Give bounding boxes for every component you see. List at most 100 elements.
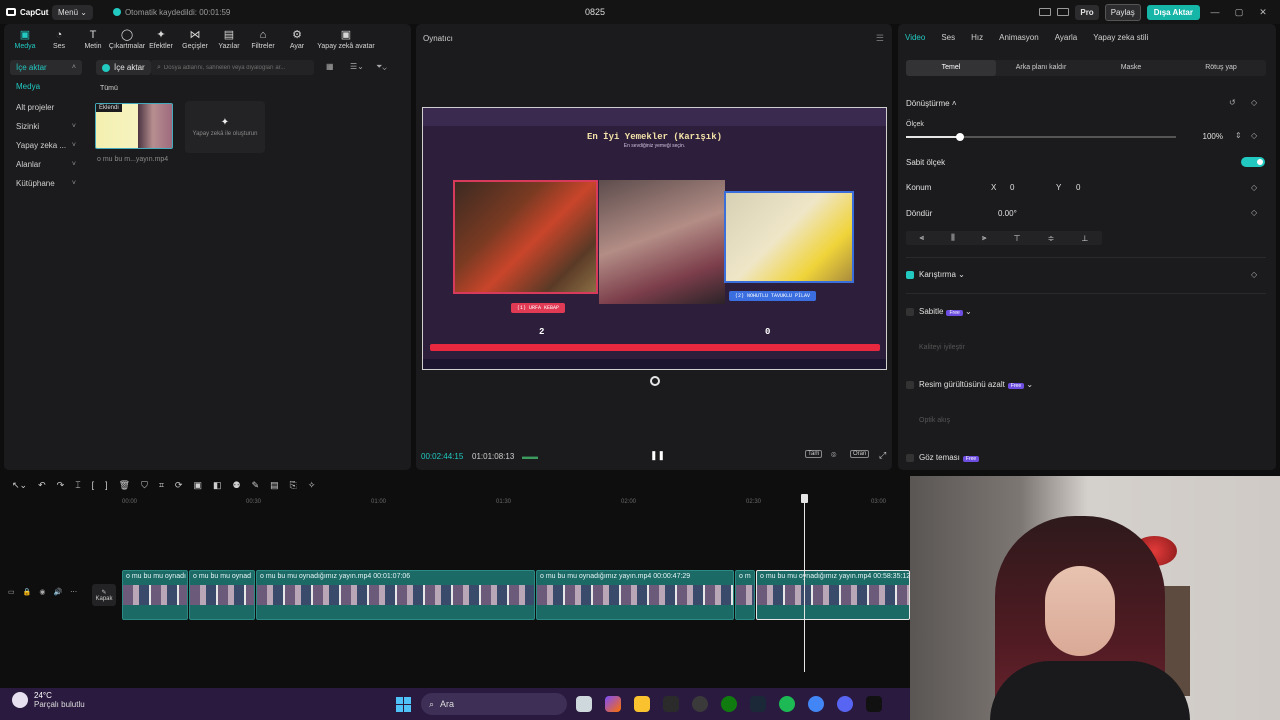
copilot-icon[interactable] bbox=[605, 696, 621, 712]
timeline-clip[interactable]: o mu bu mu oynadı bbox=[122, 570, 188, 620]
playhead[interactable] bbox=[801, 494, 808, 672]
pos-x-field[interactable]: 0 bbox=[1010, 183, 1014, 192]
blend-section[interactable]: Karıştırma ⌄ bbox=[919, 270, 965, 279]
trim-left-icon[interactable]: [ bbox=[92, 480, 95, 490]
chrome-icon[interactable] bbox=[808, 696, 824, 712]
github-icon[interactable] bbox=[692, 696, 708, 712]
sidebar-item-2[interactable]: Alt projeler bbox=[10, 100, 82, 115]
windows-start-icon[interactable] bbox=[396, 697, 411, 712]
menu-icon[interactable]: ☰ bbox=[876, 33, 884, 44]
shortcut-icon[interactable] bbox=[1057, 8, 1070, 16]
sidebar-item-5[interactable]: Alanlar ˅ bbox=[10, 157, 82, 172]
inspector-tab-3[interactable]: Animasyon bbox=[999, 33, 1039, 42]
align-top-icon[interactable]: ⊤ bbox=[1014, 234, 1021, 243]
inspector-tab-4[interactable]: Ayarla bbox=[1055, 33, 1078, 42]
pro-button[interactable]: Pro bbox=[1075, 4, 1099, 20]
xbox-icon[interactable] bbox=[721, 696, 737, 712]
split-icon[interactable]: ⌶ bbox=[75, 480, 80, 491]
subtitle-icon[interactable]: ▤ bbox=[270, 480, 279, 491]
tool-tab-9[interactable]: ▣ Yapay zekâ avatar bbox=[314, 28, 378, 51]
rotate-field[interactable]: 0.00° bbox=[998, 209, 1017, 218]
all-filter[interactable]: Tümü bbox=[100, 85, 118, 92]
inspector-subtab-3[interactable]: Rötuş yap bbox=[1176, 60, 1266, 76]
capcut-taskbar-icon[interactable] bbox=[866, 696, 882, 712]
filter-icon[interactable]: ⏷⌄ bbox=[376, 62, 387, 72]
more-icon[interactable]: ⋯ bbox=[70, 588, 77, 596]
align-bottom-icon[interactable]: ⊥ bbox=[1081, 234, 1088, 243]
tool-tab-5[interactable]: ⋈ Geçişler bbox=[178, 28, 212, 51]
timeline-clip[interactable]: o m bbox=[735, 570, 755, 620]
denoise-section[interactable]: Resim gürültüsünü azalt Free ⌄ bbox=[919, 380, 1033, 389]
ai-create-card[interactable]: ✦ Yapay zekâ ile oluşturun bbox=[185, 101, 265, 153]
sidebar-item-0[interactable]: İçe aktar ˄ bbox=[10, 60, 82, 75]
scale-knob[interactable] bbox=[956, 133, 964, 141]
fullscreen-mode-button[interactable]: Tam bbox=[805, 450, 823, 458]
inspector-subtab-0[interactable]: Temel bbox=[906, 60, 996, 76]
inspector-tab-1[interactable]: Ses bbox=[941, 33, 955, 42]
inspector-tab-0[interactable]: Video bbox=[905, 33, 925, 42]
tool-tab-1[interactable]: ◔ Ses bbox=[42, 28, 76, 51]
timeline-clip[interactable]: o mu bu mu oynadığımız yayın.mp4 00:00:4… bbox=[536, 570, 734, 620]
transform-section[interactable]: Dönüştürme ˄ bbox=[906, 99, 956, 108]
inspector-tab-2[interactable]: Hız bbox=[971, 33, 983, 42]
timeline-clip[interactable]: o mu bu mu oynadığımız yayın.mp4 00:58:3… bbox=[756, 570, 910, 620]
align-center-icon[interactable]: ⫼ bbox=[951, 233, 955, 243]
view-toggle-icon[interactable]: ▦ bbox=[326, 62, 334, 71]
stabilize-section[interactable]: Sabitle Free ⌄ bbox=[919, 307, 972, 316]
trim-right-icon[interactable]: ] bbox=[105, 480, 108, 490]
uniform-scale-toggle[interactable] bbox=[1241, 157, 1265, 167]
timeline-ruler[interactable]: 00:00 00:30 01:00 01:30 02:00 02:30 03:00 bbox=[122, 498, 910, 510]
position-keyframe-icon[interactable]: ◇ bbox=[1251, 183, 1257, 192]
pos-y-field[interactable]: 0 bbox=[1076, 183, 1080, 192]
sidebar-item-3[interactable]: Sizinki ˅ bbox=[10, 119, 82, 134]
crop-icon[interactable]: ⌗ bbox=[159, 480, 164, 491]
align-middle-icon[interactable]: ≑ bbox=[1048, 234, 1055, 243]
timeline-clip[interactable]: o mu bu mu oynadığımız yayın.mp4 00:01:0… bbox=[256, 570, 535, 620]
rotate-handle-icon[interactable] bbox=[650, 376, 660, 386]
freeze-icon[interactable]: ▣ bbox=[193, 480, 202, 491]
tool-tab-7[interactable]: ⌂ Filtreler bbox=[246, 28, 280, 51]
eye-contact-section[interactable]: Göz teması Free bbox=[919, 453, 980, 462]
align-right-icon[interactable]: ⫸ bbox=[982, 233, 987, 243]
store-icon[interactable] bbox=[663, 696, 679, 712]
eye-contact-checkbox[interactable] bbox=[906, 454, 914, 462]
weather-widget[interactable]: 24°C Parçalı bulutlu bbox=[12, 691, 85, 709]
reset-icon[interactable]: ↺ bbox=[1229, 98, 1236, 107]
pause-button[interactable]: ❚❚ bbox=[650, 450, 665, 461]
sidebar-item-6[interactable]: Kütüphane ˅ bbox=[10, 176, 82, 191]
redo-icon[interactable]: ↷ bbox=[57, 480, 65, 491]
replace-icon[interactable]: ⎘ bbox=[290, 480, 297, 491]
eye-icon[interactable]: ◉ bbox=[39, 588, 45, 596]
video-preview[interactable]: En İyi Yemekler (Karışık) En sevdiğiniz … bbox=[422, 107, 887, 370]
cover-button[interactable]: ✎ Kapak bbox=[92, 584, 116, 606]
sort-icon[interactable]: ☰⌄ bbox=[350, 62, 364, 71]
share-button[interactable]: Paylaş bbox=[1104, 3, 1141, 21]
inspector-tab-5[interactable]: Yapay zeka stili bbox=[1093, 33, 1148, 42]
delete-icon[interactable]: 🗑 bbox=[119, 480, 130, 491]
snapshot-icon[interactable]: ⌾ bbox=[829, 450, 838, 461]
mirror-icon[interactable]: ◧ bbox=[213, 480, 222, 491]
tool-tab-3[interactable]: ◯ Çıkartmalar bbox=[109, 28, 145, 51]
tool-tab-4[interactable]: ✦ Efektler bbox=[144, 28, 178, 51]
blend-keyframe-icon[interactable]: ◇ bbox=[1251, 270, 1257, 279]
blend-checkbox[interactable] bbox=[906, 271, 914, 279]
import-button[interactable]: İçe aktar bbox=[96, 60, 151, 75]
stepper-icon[interactable]: ⇕ bbox=[1235, 131, 1242, 140]
denoise-checkbox[interactable] bbox=[906, 381, 914, 389]
stabilize-checkbox[interactable] bbox=[906, 308, 914, 316]
media-thumbnail[interactable]: Eklendi bbox=[95, 103, 173, 149]
tool-tab-2[interactable]: T Metin bbox=[76, 28, 110, 51]
inspector-subtab-1[interactable]: Arka planı kaldır bbox=[996, 60, 1086, 76]
magic-icon[interactable]: ✎ bbox=[252, 480, 260, 491]
sidebar-item-1[interactable]: Medya bbox=[10, 79, 82, 94]
keyframe-icon[interactable]: ◇ bbox=[1251, 98, 1257, 107]
scale-keyframe-icon[interactable]: ◇ bbox=[1251, 131, 1257, 140]
maximize-button[interactable]: ▢ bbox=[1230, 7, 1248, 18]
lock-icon[interactable]: 🔒 bbox=[23, 588, 32, 596]
speed-icon[interactable]: ⟳ bbox=[175, 480, 183, 491]
sidebar-item-4[interactable]: Yapay zeka ... ˅ bbox=[10, 138, 82, 153]
timeline-clip[interactable]: o mu bu mu oynad bbox=[189, 570, 255, 620]
tool-tab-8[interactable]: ⚙ Ayar bbox=[280, 28, 314, 51]
audio-icon[interactable]: 🔊 bbox=[53, 588, 62, 596]
media-search[interactable]: ⌕ bbox=[151, 60, 314, 75]
